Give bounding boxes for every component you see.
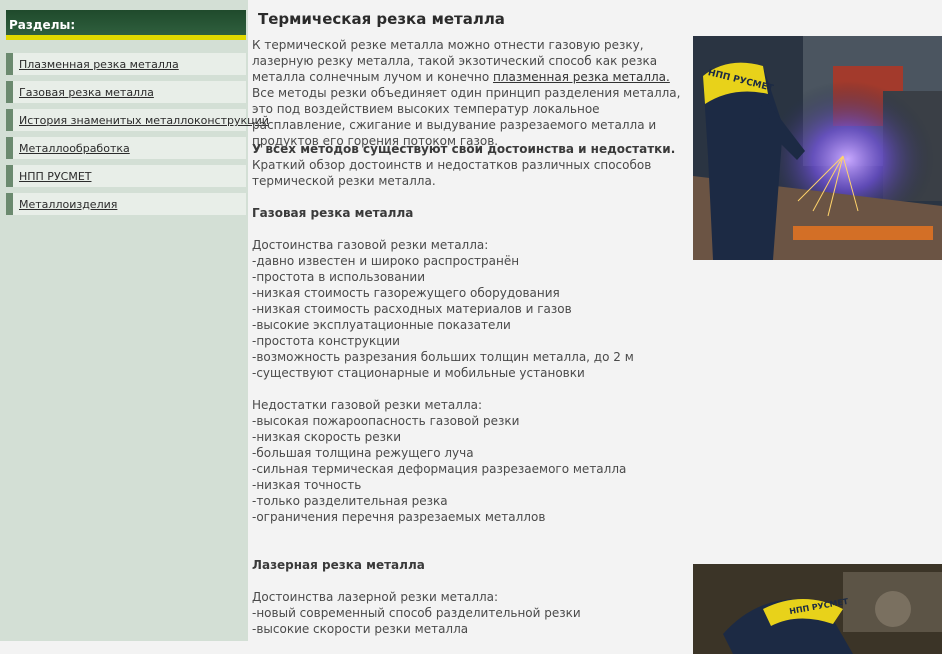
laser-pros-heading: Достоинства лазерной резки металла: (252, 590, 499, 604)
sidebar-item-gas-cutting[interactable]: Газовая резка металла (6, 81, 246, 103)
sidebar: Разделы: Плазменная резка металла Газова… (0, 0, 269, 641)
laser-pros-item: -высокие скорости резки металла (252, 622, 469, 636)
sidebar-item-npp-rusmet[interactable]: НПП РУСМЕТ (6, 165, 246, 187)
page-title: Термическая резка металла (258, 10, 505, 28)
gas-cons-item: -низкая скорость резки (252, 430, 402, 444)
gas-pros-item: -простота в использовании (252, 270, 426, 284)
plasma-cutting-link[interactable]: плазменная резка металла. (493, 70, 670, 84)
gas-cons-item: -ограничения перечня разрезаемых металло… (252, 510, 546, 524)
gas-pros-item: -давно известен и широко распространён (252, 254, 520, 268)
sidebar-item-label[interactable]: Металлообработка (19, 142, 130, 155)
sidebar-header: Разделы: (6, 10, 246, 40)
gas-pros-item: -существуют стационарные и мобильные уст… (252, 366, 585, 380)
gas-pros-item: -низкая стоимость расходных материалов и… (252, 302, 572, 316)
sidebar-item-label[interactable]: НПП РУСМЕТ (19, 170, 92, 183)
laser-heading: Лазерная резка металла (252, 558, 425, 572)
gas-pros-heading: Достоинства газовой резки металла: (252, 238, 489, 252)
sidebar-item-label[interactable]: Газовая резка металла (19, 86, 154, 99)
gas-cons-item: -сильная термическая деформация разрезае… (252, 462, 627, 476)
gas-cons-heading: Недостатки газовой резки металла: (252, 398, 483, 412)
gas-pros-item: -низкая стоимость газорежущего оборудова… (252, 286, 560, 300)
sidebar-item-label[interactable]: Металлоизделия (19, 198, 117, 211)
laser-pros-item: -новый современный способ разделительной… (252, 606, 581, 620)
gas-cons-item: -большая толщина режущего луча (252, 446, 474, 460)
methods-text: Краткий обзор достоинств и недостатков р… (252, 158, 652, 188)
sidebar-item-plasma-cutting[interactable]: Плазменная резка металла (6, 53, 246, 75)
methods-heading: У всех методов существуют свои достоинст… (252, 142, 676, 156)
gas-pros-item: -возможность разрезания больших толщин м… (252, 350, 634, 364)
gas-cons-item: -высокая пожароопасность газовой резки (252, 414, 520, 428)
gas-cons-item: -только разделительная резка (252, 494, 448, 508)
plasma-cutting-photo: НПП РУСМЕТ (693, 36, 942, 260)
sidebar-item-metalworking[interactable]: Металлообработка (6, 137, 246, 159)
gas-heading: Газовая резка металла (252, 206, 414, 220)
sidebar-item-metal-products[interactable]: Металлоизделия (6, 193, 246, 215)
gas-pros-item: -высокие эксплуатационные показатели (252, 318, 511, 332)
sidebar-item-history[interactable]: История знаменитых металлоконструкций (6, 109, 269, 131)
intro-text-end: Все методы резки объединяет один принцип… (252, 86, 681, 148)
gas-cons-item: -низкая точность (252, 478, 362, 492)
intro-paragraph: К термической резке металла можно отнест… (252, 37, 692, 149)
plasma-cutting-photo-image (693, 36, 942, 260)
gas-pros-item: -простота конструкции (252, 334, 400, 348)
sidebar-item-label[interactable]: История знаменитых металлоконструкций (19, 114, 269, 127)
sidebar-item-label[interactable]: Плазменная резка металла (19, 58, 179, 71)
